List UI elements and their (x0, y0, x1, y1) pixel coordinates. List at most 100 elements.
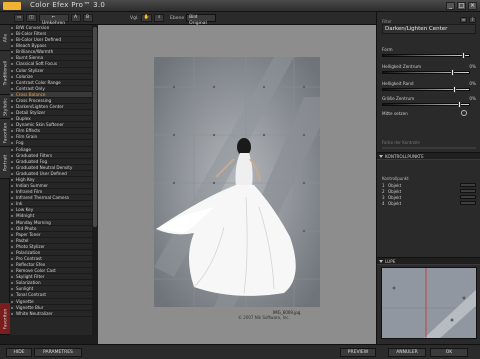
slider-knob[interactable] (458, 101, 462, 108)
loupe-view[interactable] (381, 267, 477, 339)
category-tabs: Alle Traditionell Stylistic Favoriten Po… (0, 25, 10, 335)
layout-b-button[interactable]: B (82, 14, 93, 22)
hide-button[interactable]: HIDE (6, 348, 32, 357)
slider-track[interactable] (382, 54, 470, 57)
slider-value: 0% (469, 81, 476, 86)
filter-label: Photo Stylizer (16, 243, 45, 249)
filter-label: Classical Soft Focus (16, 61, 58, 67)
slider-track[interactable] (382, 103, 470, 106)
filter-bullet-icon (11, 239, 13, 242)
ok-button[interactable]: OK (430, 348, 468, 357)
undo-compare-button[interactable]: ← Umkehren (38, 14, 69, 26)
set-center-icon[interactable] (461, 110, 467, 116)
cancel-button[interactable]: ANNULER (388, 348, 426, 357)
window-controls: _ □ × (446, 2, 477, 10)
filter-label: Graduated User Defined (16, 170, 67, 176)
filter-label: Indian Summer (16, 183, 49, 189)
control-point-slider[interactable] (460, 195, 476, 199)
tab-portrait[interactable]: Portrait (0, 147, 10, 179)
filter-bullet-icon (11, 227, 13, 230)
loupe-section-header[interactable]: LUPE (377, 257, 480, 265)
filter-label: Dynamic Skin Softener (16, 122, 64, 128)
filter-label: Pro Contrast (16, 255, 42, 261)
image-preview[interactable]: IMG_6069.jpg © 2007 Nik Software, Inc. (98, 25, 376, 344)
tab-favorites[interactable]: Favoriten (0, 303, 10, 335)
control-point-slider[interactable] (460, 189, 476, 193)
layout-a-button[interactable]: A (70, 14, 81, 22)
slider-edge-brightness[interactable]: Helligkeit Rand 0% (382, 81, 476, 95)
title-bar: Color Efex Pro™ 3.0 _ □ × (0, 0, 480, 12)
filter-bullet-icon (11, 233, 13, 236)
help-icon[interactable]: ? (469, 17, 476, 23)
filter-label: Monday Morning (16, 219, 51, 225)
filter-label: Graduated Neutral Density (16, 164, 73, 170)
mode-select[interactable]: Bild Original (186, 14, 217, 26)
filter-label: Duplex (16, 116, 31, 122)
scrollbar-thumb[interactable] (93, 27, 97, 227)
filter-label: Detail Stylizer (16, 110, 46, 116)
loupe-image (382, 268, 476, 338)
set-center-label: Mitte setzen (382, 111, 408, 116)
filter-label: Paper Toner (16, 231, 41, 237)
filter-bullet-icon (11, 172, 13, 175)
slider-center-size[interactable]: Größe Zentrum 0% (382, 96, 476, 110)
close-icon[interactable]: × (468, 2, 477, 10)
control-point-slider[interactable] (460, 201, 476, 205)
filter-bullet-icon (11, 148, 13, 151)
filter-bullet-icon (11, 300, 13, 303)
filter-label: Darken/Lighten Center (16, 104, 64, 110)
filter-label: Infrared Film (16, 189, 43, 195)
control-points-section-header[interactable]: KONTROLLPUNKTE (377, 152, 480, 160)
filter-label: Solarization (16, 280, 41, 286)
slider-label: Helligkeit Rand (382, 81, 414, 86)
zoom-tool-icon[interactable]: ⌕ (154, 14, 165, 22)
slider-knob[interactable] (453, 86, 457, 93)
filter-label: Tonal Contrast (16, 292, 47, 298)
control-point-row[interactable]: 4 Objekt (382, 200, 476, 206)
filter-label: Foliage (16, 146, 31, 152)
filter-bullet-icon (11, 178, 13, 181)
preview-button[interactable]: PREVIEW (340, 348, 376, 357)
filter-label: Burnt Sienna (16, 55, 44, 61)
single-view-button[interactable]: ▭ (14, 14, 25, 22)
maximize-icon[interactable]: □ (457, 2, 466, 10)
filter-label: Colorize (16, 73, 33, 79)
hand-tool-icon[interactable]: ✋ (140, 14, 153, 22)
params-button[interactable]: PARAMETRES (34, 348, 82, 357)
mode-label: Ebene (170, 15, 185, 21)
minimize-icon[interactable]: _ (446, 2, 455, 10)
slider-center-brightness[interactable]: Helligkeit Zentrum 0% (382, 64, 476, 78)
control-points-table: Kontrollpunkt 1 Objekt 2 Objekt 3 Objekt 4O… (382, 176, 476, 206)
filter-bullet-icon (11, 81, 13, 84)
slider-knob[interactable] (451, 69, 455, 76)
slider-track[interactable] (382, 88, 470, 91)
slider-knob[interactable] (461, 52, 465, 59)
slider-form[interactable]: Form (382, 47, 476, 61)
control-point-slider[interactable] (460, 183, 476, 187)
filter-label: Contrast Only (16, 85, 45, 91)
window-title: Color Efex Pro™ 3.0 (30, 1, 106, 9)
presets-icon[interactable]: ≡ (460, 17, 467, 23)
nik-logo (3, 2, 21, 10)
split-view-button[interactable]: ◫ (26, 14, 37, 22)
zoom-group: Vgl. ✋ ⌕ (130, 14, 165, 22)
control-color-track[interactable] (382, 147, 476, 149)
expand-icon (379, 155, 383, 158)
tab-all[interactable]: Alle (0, 25, 10, 51)
filter-bullet-icon (11, 306, 13, 309)
zoom-label: Vgl. (130, 15, 139, 21)
bottom-bar: HIDE PARAMETRES PREVIEW ANNULER OK (0, 344, 480, 359)
filter-bullet-icon (11, 27, 13, 29)
filter-bullet-icon (11, 93, 13, 96)
filter-label: Fog (16, 140, 24, 146)
preview-photo[interactable] (154, 57, 320, 307)
filter-label: Brilliance/Warmth (16, 49, 54, 55)
slider-label: Größe Zentrum (382, 96, 415, 101)
filter-bullet-icon (11, 154, 13, 157)
filter-list-item[interactable]: White Neutralizer (10, 311, 92, 317)
filter-bullet-icon (11, 251, 13, 254)
filter-bullet-icon (11, 185, 13, 188)
slider-track[interactable] (382, 71, 470, 74)
bride-photo-image (154, 57, 320, 307)
filter-bullet-icon (11, 257, 13, 260)
